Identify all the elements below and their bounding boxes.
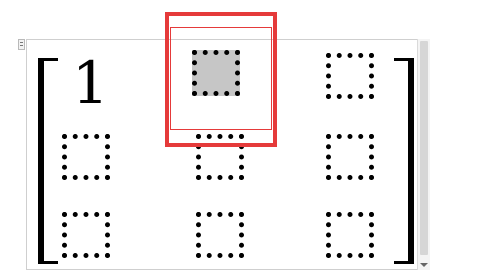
drag-handle[interactable] [18,39,25,50]
highlight-box-inner [170,27,272,130]
matrix-cell-r1c1[interactable]: 1 [72,52,109,114]
scrollbar-thumb[interactable] [420,41,428,255]
scroll-down-icon[interactable] [420,263,428,267]
matrix-cell-r3c3[interactable] [326,212,374,258]
matrix-cell-r2c1[interactable] [62,134,110,180]
matrix-cell-r3c1[interactable] [62,212,110,258]
matrix-cell-r2c3[interactable] [326,134,374,180]
right-bracket [394,58,414,264]
left-bracket [38,58,58,264]
matrix-cell-r1c3[interactable] [326,53,374,99]
matrix-cell-r3c2[interactable] [196,212,244,258]
vertical-scrollbar[interactable] [417,39,430,270]
